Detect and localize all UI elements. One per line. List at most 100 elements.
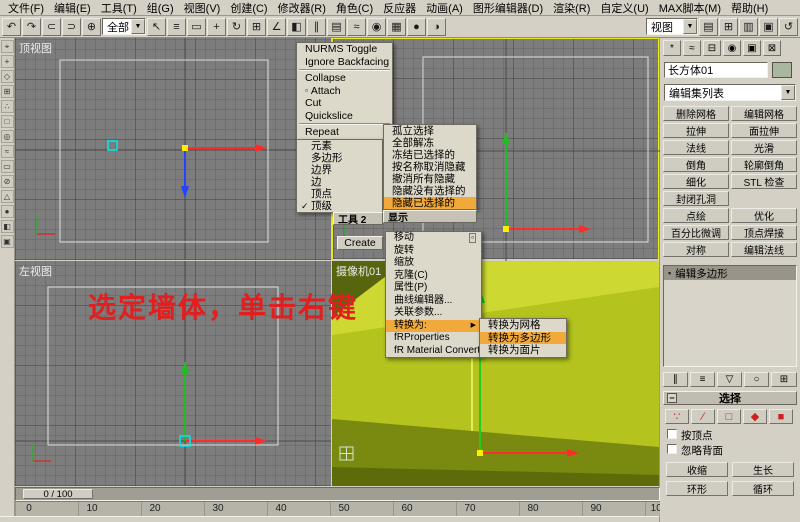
viewport-left-label[interactable]: 左视图 (19, 263, 52, 279)
menu-item-scale[interactable]: 缩放 (386, 257, 481, 270)
side-tool-icon[interactable]: ▣ (0, 235, 14, 248)
menu-customize[interactable]: 自定义(U) (595, 0, 653, 16)
material-editor-icon[interactable]: ◉ (367, 17, 386, 36)
menu-item-move[interactable]: 移动 ▫ (386, 232, 481, 245)
named-selection-icon[interactable]: ▤ (699, 17, 718, 36)
select-and-move-icon[interactable]: + (207, 17, 226, 36)
menu-item-border[interactable]: 边界 (297, 164, 382, 176)
stack-item-edit-poly[interactable]: ▪ 编辑多边形 (664, 266, 796, 280)
menu-item-properties[interactable]: 属性(P) (386, 282, 481, 295)
menu-item-hide-unselected[interactable]: 隐藏没有选择的 (384, 185, 476, 197)
curve-editor-icon[interactable]: ≈ (347, 17, 366, 36)
modifier-button[interactable]: 轮廓倒角 (731, 157, 797, 172)
menu-item-isolate-selection[interactable]: 孤立选择 (384, 125, 476, 137)
menu-edit[interactable]: 编辑(E) (49, 0, 96, 16)
reference-coordsys-dropdown[interactable]: 视图 ▼ (646, 18, 698, 35)
pan-view-icon[interactable]: ↺ (779, 17, 798, 36)
make-unique-icon[interactable]: ▽ (717, 372, 742, 387)
modifier-button[interactable]: 细化 (663, 174, 729, 189)
side-tool-icon[interactable]: ● (0, 205, 14, 218)
side-tool-icon[interactable]: ▭ (0, 160, 14, 173)
modifier-list-dropdown[interactable]: 编辑集列表 ▼ (664, 84, 796, 101)
select-by-name-icon[interactable]: ≡ (167, 17, 186, 36)
by-vertex-checkbox[interactable] (667, 429, 677, 439)
quick-render-icon[interactable]: ● (407, 17, 426, 36)
menu-item-wire-parameters[interactable]: 关联参数... (386, 307, 481, 320)
menu-item-clone[interactable]: 克隆(C) (386, 270, 481, 283)
menu-maxscript[interactable]: MAX脚本(M) (654, 0, 726, 16)
time-slider[interactable]: 0 / 100 (23, 489, 93, 500)
side-tool-icon[interactable]: ∴ (0, 100, 14, 113)
modifier-button[interactable]: 优化 (731, 208, 797, 223)
viewport-top-label[interactable]: 顶视图 (19, 40, 52, 56)
modifier-button[interactable]: 光滑 (731, 140, 797, 155)
modifier-button[interactable]: 百分比微调 (663, 225, 729, 240)
menu-animation[interactable]: 动画(A) (421, 0, 468, 16)
viewport-top[interactable]: 顶视图 (15, 38, 331, 260)
ignore-backfacing-checkbox[interactable] (667, 444, 677, 454)
menu-file[interactable]: 文件(F) (3, 0, 49, 16)
maximize-viewport-icon[interactable]: ▣ (759, 17, 778, 36)
shrink-button[interactable]: 收缩 (666, 462, 728, 477)
menu-item-repeat[interactable]: Repeat (297, 126, 392, 139)
selection-region-icon[interactable]: ▭ (187, 17, 206, 36)
chevron-down-icon[interactable]: ▼ (781, 85, 795, 100)
select-object-icon[interactable]: ↖ (147, 17, 166, 36)
menu-item-quickslice[interactable]: Quickslice (297, 110, 392, 123)
redo-icon[interactable]: ↷ (22, 17, 41, 36)
border-icon[interactable]: □ (717, 409, 741, 424)
edge-icon[interactable]: ∕ (691, 409, 715, 424)
collapse-rollout-icon[interactable]: − (667, 393, 677, 403)
modifier-button[interactable]: 倒角 (663, 157, 729, 172)
menu-item-unhide-by-name[interactable]: 按名称取消隐藏 (384, 161, 476, 173)
grow-button[interactable]: 生长 (732, 462, 794, 477)
menu-item-rotate[interactable]: 旋转 (386, 245, 481, 258)
track-bar[interactable]: 0 10 20 30 40 50 60 70 80 90 100 (15, 501, 660, 516)
selection-rollout-header[interactable]: − 选择 (663, 391, 797, 405)
menu-item-curve-editor[interactable]: 曲线编辑器... (386, 295, 481, 308)
show-end-result-icon[interactable]: ≡ (690, 372, 715, 387)
side-tool-icon[interactable]: ◇ (0, 70, 14, 83)
menu-character[interactable]: 角色(C) (331, 0, 378, 16)
modifier-button[interactable]: 封闭孔洞 (663, 191, 729, 206)
select-and-link-icon[interactable]: ⊂ (42, 17, 61, 36)
side-tool-icon[interactable]: ≈ (0, 145, 14, 158)
side-tool-icon[interactable]: △ (0, 190, 14, 203)
menu-item-fr-material-converter[interactable]: fR Material Converter (386, 345, 489, 358)
modifier-button[interactable]: 面拉伸 (731, 123, 797, 138)
side-tool-icon[interactable]: ⌖ (0, 40, 14, 53)
align-icon[interactable]: ∥ (307, 17, 326, 36)
modifier-button[interactable]: 顶点焊接 (731, 225, 797, 240)
loop-button[interactable]: 循环 (732, 481, 794, 496)
menu-tools[interactable]: 工具(T) (96, 0, 142, 16)
menu-item-edge[interactable]: 边 (297, 176, 382, 188)
angle-snap-icon[interactable]: ∠ (267, 17, 286, 36)
modify-tab-icon[interactable]: ≈ (683, 40, 701, 56)
menu-item-vertex[interactable]: 顶点 (297, 188, 382, 200)
remove-modifier-icon[interactable]: ○ (744, 372, 769, 387)
display-tab-icon[interactable]: ▣ (743, 40, 761, 56)
menu-item-polygon[interactable]: 多边形 (297, 152, 382, 164)
selection-filter-dropdown[interactable]: 全部 ▼ (102, 18, 146, 35)
menu-modifiers[interactable]: 修改器(R) (273, 0, 331, 16)
pin-stack-icon[interactable]: ∥ (663, 372, 688, 387)
chevron-down-icon[interactable]: ▼ (131, 19, 145, 34)
settings-box-icon[interactable]: ▫ (469, 233, 476, 244)
utilities-tab-icon[interactable]: ⊠ (763, 40, 781, 56)
select-and-rotate-icon[interactable]: ↻ (227, 17, 246, 36)
menu-rendering[interactable]: 渲染(R) (548, 0, 595, 16)
create-button[interactable]: Create (337, 236, 383, 250)
side-tool-icon[interactable]: ⊞ (0, 85, 14, 98)
side-tool-icon[interactable]: ⊘ (0, 175, 14, 188)
time-slider-track[interactable]: 0 / 100 (15, 487, 660, 501)
menu-item-unfreeze-all[interactable]: 全部解冻 (384, 137, 476, 149)
menu-item-convert-to-mesh[interactable]: 转换为网格 (480, 319, 566, 332)
ring-button[interactable]: 环形 (666, 481, 728, 496)
element-icon[interactable]: ■ (769, 409, 793, 424)
menu-group[interactable]: 组(G) (142, 0, 179, 16)
chevron-down-icon[interactable]: ▼ (683, 19, 697, 34)
menu-item-ignore-backfacing[interactable]: Ignore Backfacing (297, 56, 392, 69)
menu-create[interactable]: 创建(C) (225, 0, 272, 16)
modifier-button[interactable]: STL 检查 (731, 174, 797, 189)
select-and-scale-icon[interactable]: ⊞ (247, 17, 266, 36)
